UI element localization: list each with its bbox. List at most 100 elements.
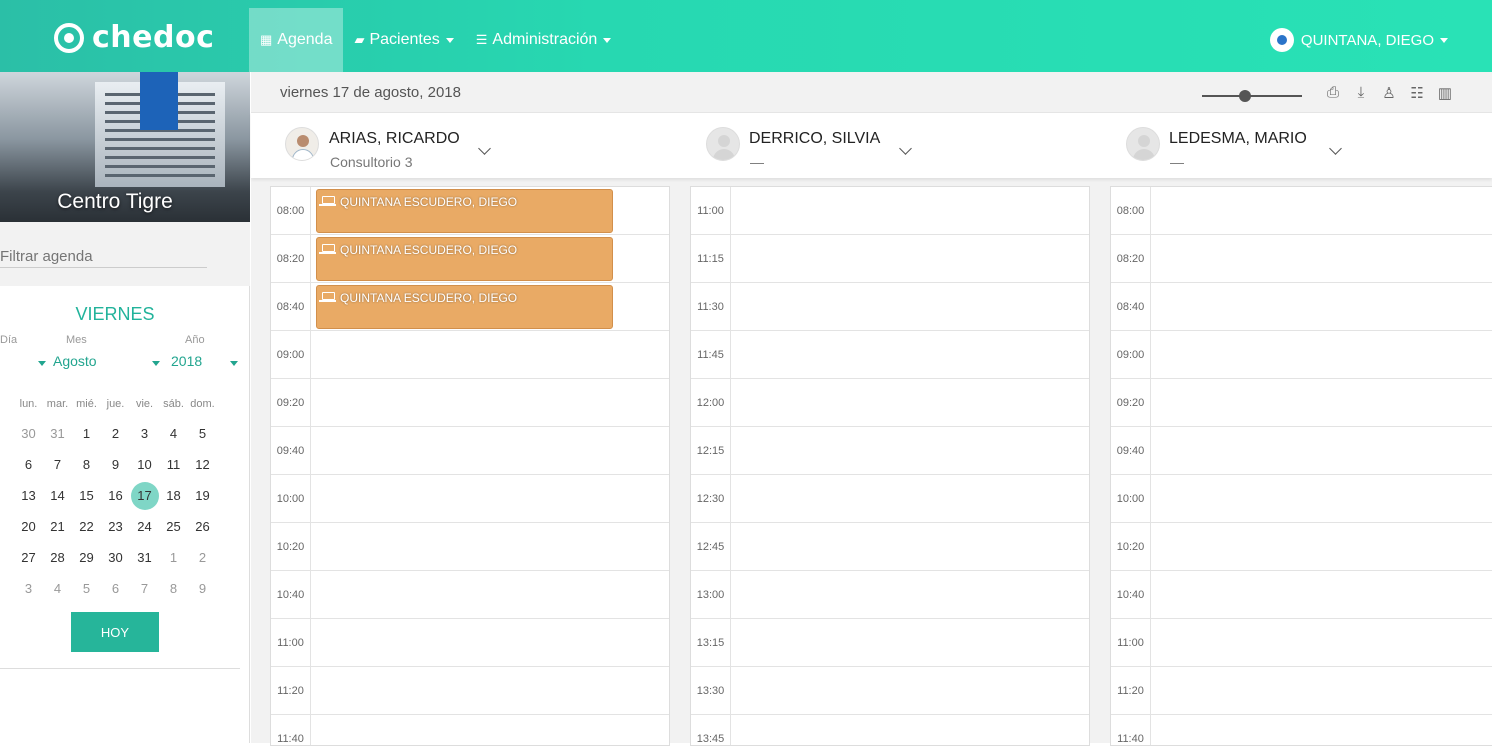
calendar-day[interactable]: 1 [72,426,101,441]
time-slot[interactable]: 13:30 [691,667,1089,715]
calendar-day[interactable]: 5 [72,581,101,596]
calendar-day[interactable]: 8 [159,581,188,596]
appointment[interactable]: QUINTANA ESCUDERO, DIEGO [316,285,613,329]
calendar-day[interactable]: 29 [72,550,101,565]
user-menu[interactable]: QUINTANA, DIEGO [1269,28,1448,52]
calendar-day[interactable]: 14 [43,488,72,503]
time-slot[interactable]: 10:20 [1111,523,1492,571]
time-slot[interactable]: 12:30 [691,475,1089,523]
brand[interactable]: chedoc [54,20,214,55]
time-slot[interactable]: 09:40 [1111,427,1492,475]
time-slot[interactable]: 12:00 [691,379,1089,427]
calendar-day[interactable]: 22 [72,519,101,534]
calendar-day[interactable]: 28 [43,550,72,565]
calendar-day[interactable]: 30 [14,426,43,441]
calendar-day[interactable]: 7 [43,457,72,472]
calendar-day[interactable]: 26 [188,519,217,534]
appointment[interactable]: QUINTANA ESCUDERO, DIEGO [316,237,613,281]
nav-pacientes[interactable]: ▰ Pacientes [343,8,464,72]
calendar-day[interactable]: 31 [130,550,159,565]
list-icon[interactable]: ☷ [1403,84,1431,102]
print-icon[interactable]: ⎙ [1319,84,1347,102]
calendar-day[interactable]: 23 [101,519,130,534]
calendar-day[interactable]: 16 [101,488,130,503]
calendar-day[interactable]: 11 [159,457,188,472]
calendar-day[interactable]: 5 [188,426,217,441]
download-icon[interactable]: ⤓ [1347,84,1375,102]
time-slot[interactable]: 11:30 [691,283,1089,331]
calendar-day[interactable]: 27 [14,550,43,565]
calendar-day[interactable]: 2 [188,550,217,565]
calendar-day[interactable]: 24 [130,519,159,534]
appointment[interactable]: QUINTANA ESCUDERO, DIEGO [316,189,613,233]
calendar-day[interactable]: 18 [159,488,188,503]
chevron-down-icon[interactable] [478,142,491,155]
time-slot[interactable]: 09:00 [271,331,669,379]
calendar-day[interactable]: 10 [130,457,159,472]
time-slot[interactable]: 09:40 [271,427,669,475]
day-select[interactable] [0,353,48,375]
year-select[interactable]: 2018 [171,353,241,375]
calendar-day[interactable]: 25 [159,519,188,534]
time-slot[interactable]: 11:00 [691,187,1089,235]
professional-header[interactable]: LEDESMA, MARIO — [1126,113,1492,179]
calendar-day[interactable]: 8 [72,457,101,472]
calendar-day[interactable]: 2 [101,426,130,441]
calendar-day[interactable]: 3 [14,581,43,596]
time-slot[interactable]: 10:00 [271,475,669,523]
time-slot[interactable]: 08:00 [1111,187,1492,235]
calendar-day[interactable]: 9 [188,581,217,596]
filter-agenda-input[interactable] [0,248,207,268]
calendar-day[interactable]: 12 [188,457,217,472]
time-slot[interactable]: 10:00 [1111,475,1492,523]
time-slot[interactable]: 09:00 [1111,331,1492,379]
calendar-day[interactable]: 7 [130,581,159,596]
calendar-day[interactable]: 6 [14,457,43,472]
calendar-day[interactable]: 21 [43,519,72,534]
calendar-day[interactable]: 1 [159,550,188,565]
zoom-slider-handle[interactable] [1239,90,1251,102]
time-slot[interactable]: 13:15 [691,619,1089,667]
calendar-day[interactable]: 4 [43,581,72,596]
calendar-day[interactable]: 30 [101,550,130,565]
time-slot[interactable]: 11:40 [271,715,669,745]
calendar-day[interactable]: 4 [159,426,188,441]
calendar-day[interactable]: 13 [14,488,43,503]
calendar-day[interactable]: 3 [130,426,159,441]
time-slot[interactable]: 11:00 [1111,619,1492,667]
professional-header[interactable]: ARIAS, RICARDO Consultorio 3 [285,113,685,179]
time-slot[interactable]: 09:20 [1111,379,1492,427]
zoom-slider[interactable] [1202,90,1302,102]
time-slot[interactable]: 12:45 [691,523,1089,571]
time-slot[interactable]: 10:20 [271,523,669,571]
nav-administracion[interactable]: ☰ Administración [465,8,623,72]
calendar-day[interactable]: 15 [72,488,101,503]
time-slot[interactable]: 11:15 [691,235,1089,283]
nav-agenda[interactable]: ▦ Agenda [249,8,344,72]
time-slot[interactable]: 13:00 [691,571,1089,619]
calendar-day[interactable]: 17 [130,481,159,510]
user-icon[interactable]: ♙ [1375,84,1403,102]
time-slot[interactable]: 11:20 [1111,667,1492,715]
time-slot[interactable]: 12:15 [691,427,1089,475]
calendar-day[interactable]: 6 [101,581,130,596]
book-open-icon[interactable]: ▥ [1431,84,1459,102]
time-slot[interactable]: 11:20 [271,667,669,715]
time-slot[interactable]: 10:40 [271,571,669,619]
time-slot[interactable]: 11:45 [691,331,1089,379]
time-slot[interactable]: 08:40 [1111,283,1492,331]
time-slot[interactable]: 10:40 [1111,571,1492,619]
time-slot[interactable]: 11:40 [1111,715,1492,745]
calendar-day[interactable]: 19 [188,488,217,503]
calendar-day[interactable]: 31 [43,426,72,441]
chevron-down-icon[interactable] [899,142,912,155]
today-button[interactable]: HOY [71,612,159,652]
month-select[interactable]: Agosto [53,353,163,375]
time-slot[interactable]: 13:45 [691,715,1089,745]
time-slot[interactable]: 09:20 [271,379,669,427]
time-slot[interactable]: 11:00 [271,619,669,667]
professional-header[interactable]: DERRICO, SILVIA — [706,113,1106,179]
calendar-day[interactable]: 20 [14,519,43,534]
calendar-day[interactable]: 9 [101,457,130,472]
chevron-down-icon[interactable] [1329,142,1342,155]
